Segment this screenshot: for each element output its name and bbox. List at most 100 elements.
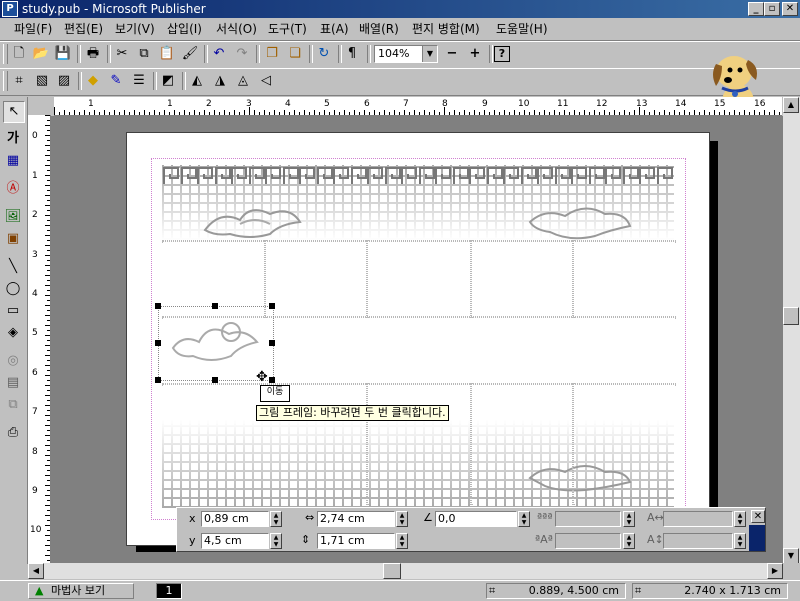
fill-color-icon[interactable]: ◆ [83,71,103,91]
line-tool-icon[interactable]: ╲ [3,257,23,277]
shadow-icon[interactable]: ◩ [158,71,178,91]
rotate-left-icon[interactable]: ◭ [187,71,207,91]
menu-mail-merge[interactable]: 편지 병합(M) [412,21,480,37]
zoom-in-button[interactable]: + [465,44,485,64]
maximize-button[interactable]: ▫ [764,2,780,16]
scroll-left-icon[interactable]: ◀ [28,563,44,579]
design-gallery-tool-icon[interactable]: ⎙ [3,423,23,443]
publisher-icon[interactable]: P [2,1,18,17]
x-position-field[interactable]: 0,89 cm [201,511,269,527]
recolor-icon[interactable]: ▨ [54,71,74,91]
zoom-select[interactable]: 104% ▼ [374,45,438,63]
picture-frame-tool-icon[interactable]: 🖼 [3,207,23,227]
rotate-right-icon[interactable]: ◮ [210,71,230,91]
minimize-button[interactable]: _ [748,2,764,16]
print-icon[interactable]: 🖶 [83,44,103,64]
text-frame-tool[interactable]: 가 [3,129,23,149]
bring-to-front-icon[interactable]: ❐ [262,44,282,64]
kerning-field [555,533,621,549]
line-style-icon[interactable]: ☰ [129,71,149,91]
rotation-spinner[interactable]: ▲ ▼ [518,511,530,527]
wordart-tool-icon[interactable]: Ⓐ [3,179,23,199]
chevron-down-icon[interactable]: ▼ [422,46,437,62]
toolbar-grip[interactable] [3,71,8,91]
resize-handle[interactable] [212,303,218,309]
vertical-ruler[interactable]: 0 1 2 3 4 5 6 7 8 9 10 [28,115,51,563]
measurements-close-icon[interactable]: ✕ [751,510,765,523]
pilcrow-icon[interactable]: ¶ [342,44,362,64]
toolbar-grip[interactable] [3,44,8,64]
rotate-icon[interactable]: ↻ [314,44,334,64]
menu-edit[interactable]: 편집(E) [64,21,103,37]
horizontal-ruler[interactable]: 1 1 2 3 4 5 6 7 8 9 10 11 12 13 14 15 16 [54,97,782,116]
vertical-scrollbar[interactable]: ▲ ▼ [783,97,800,564]
picture-frame-properties-icon[interactable]: ▧ [32,71,52,91]
y-spinner[interactable]: ▲ ▼ [270,533,282,549]
x-spinner[interactable]: ▲ ▼ [270,511,282,527]
ruler-number: 9 [482,99,488,109]
rectangle-tool-icon[interactable]: ▭ [3,301,23,321]
menu-view[interactable]: 보기(V) [115,21,155,37]
menu-arrange[interactable]: 배열(R) [359,21,399,37]
resize-handle[interactable] [269,340,275,346]
help-button[interactable]: ? [494,46,510,62]
table-tool-icon[interactable]: ▦ [3,151,23,171]
ruler-number: 1 [167,99,173,109]
close-button[interactable]: ✕ [782,2,798,16]
ruler-number: 3 [32,250,38,260]
line-color-icon[interactable]: ✎ [106,71,126,91]
redo-icon[interactable]: ↷ [232,44,252,64]
height-spinner[interactable]: ▲ ▼ [396,533,408,549]
resize-handle[interactable] [269,377,275,383]
flip-horizontal-icon[interactable]: ◬ [233,71,253,91]
paste-icon[interactable]: 📋 [157,44,177,64]
menu-format[interactable]: 서식(O) [216,21,257,37]
save-icon[interactable]: 💾 [53,44,73,64]
width-spinner[interactable]: ▲ ▼ [396,511,408,527]
ruler-number: 9 [32,486,38,496]
menu-tools[interactable]: 도구(T) [268,21,307,37]
y-position-field[interactable]: 4,5 cm [201,533,269,549]
copy-icon[interactable]: ⧉ [134,44,154,64]
undo-icon[interactable]: ↶ [209,44,229,64]
new-icon[interactable]: 🗋 [9,44,29,64]
text-scaling-spinner: ▲ ▼ [623,511,635,527]
html-code-tool-icon[interactable]: ⧉ [3,395,23,415]
resize-handle[interactable] [269,303,275,309]
resize-handle[interactable] [155,377,161,383]
width-field[interactable]: 2,74 cm [317,511,395,527]
rotation-field[interactable]: 0,0 [435,511,517,527]
pointer-tool-icon[interactable]: ↖ [3,101,25,123]
flip-vertical-icon[interactable]: ◁ [256,71,276,91]
menu-table[interactable]: 표(A) [320,21,349,37]
send-to-back-icon[interactable]: ❏ [285,44,305,64]
resize-handle[interactable] [212,377,218,383]
cut-icon[interactable]: ✂ [112,44,132,64]
clip-gallery-tool-icon[interactable]: ▣ [3,229,23,249]
menu-help[interactable]: 도움말(H) [496,21,548,37]
custom-shapes-tool-icon[interactable]: ◈ [3,323,23,343]
open-icon[interactable]: 📂 [31,44,51,64]
form-control-tool-icon[interactable]: ▤ [3,373,23,393]
scroll-down-icon[interactable]: ▼ [783,548,799,564]
menu-file[interactable]: 파일(F) [14,21,52,37]
measurements-titlebar[interactable] [749,525,765,551]
resize-handle[interactable] [155,303,161,309]
oval-tool-icon[interactable]: ◯ [3,279,23,299]
size-icon: ⌗ [635,584,642,597]
horizontal-scroll-thumb[interactable] [383,563,401,579]
vertical-scroll-thumb[interactable] [783,307,799,325]
crop-icon[interactable]: ⌗ [9,71,29,91]
height-field[interactable]: 1,71 cm [317,533,395,549]
zoom-out-button[interactable]: − [442,44,462,64]
menu-insert[interactable]: 삽입(I) [167,21,202,37]
horizontal-scrollbar[interactable]: ◀ ▶ [28,563,783,579]
ruler-corner[interactable] [28,97,54,115]
wizard-toggle-button[interactable]: ▲ 마법사 보기 [28,583,134,599]
hotspot-tool-icon[interactable]: ◎ [3,351,23,371]
page-navigator[interactable]: 1 [156,583,182,599]
resize-handle[interactable] [155,340,161,346]
scroll-up-icon[interactable]: ▲ [783,97,799,113]
format-painter-icon[interactable]: 🖌 [180,44,200,64]
scroll-right-icon[interactable]: ▶ [767,563,783,579]
